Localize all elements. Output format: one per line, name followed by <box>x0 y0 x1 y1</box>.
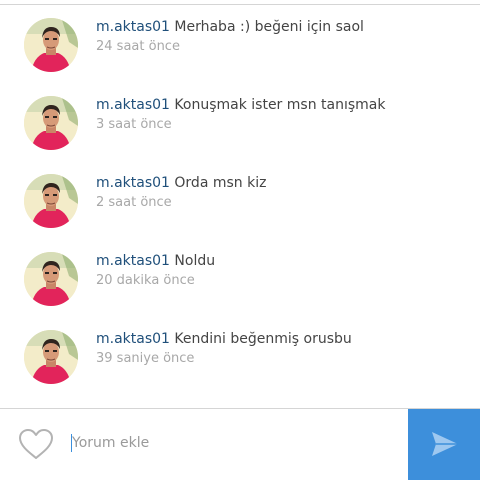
user-avatar[interactable] <box>24 252 78 306</box>
comment-time: 24 saat önce <box>96 39 180 54</box>
like-button[interactable] <box>16 426 56 462</box>
comment-text: Konuşmak ister msn tanışmak <box>174 97 386 113</box>
comment-time: 20 dakika önce <box>96 273 195 288</box>
comment-username[interactable]: m.aktas01 <box>96 19 170 35</box>
comment-line: m.aktas01 Noldu <box>96 252 215 270</box>
comment-line: m.aktas01 Kendini beğenmiş orusbu <box>96 330 352 348</box>
comment-text: Kendini beğenmiş orusbu <box>174 331 352 347</box>
comment-item: m.aktas01 Noldu 20 dakika önce <box>0 252 480 330</box>
comment-time: 3 saat önce <box>96 117 172 132</box>
comment-input-bar <box>0 409 480 480</box>
comment-item: m.aktas01 Kendini beğenmiş orusbu 39 san… <box>0 330 480 408</box>
comment-username[interactable]: m.aktas01 <box>96 175 170 191</box>
send-button[interactable] <box>408 409 480 480</box>
comment-time: 39 saniye önce <box>96 351 195 366</box>
comment-time: 2 saat önce <box>96 195 172 210</box>
comment-text: Noldu <box>174 253 216 269</box>
top-divider <box>0 4 480 5</box>
text-cursor <box>71 434 72 452</box>
user-avatar[interactable] <box>24 18 78 72</box>
comment-item: m.aktas01 Orda msn kiz 2 saat önce <box>0 174 480 252</box>
comment-input[interactable] <box>72 431 392 455</box>
user-avatar[interactable] <box>24 330 78 384</box>
comment-line: m.aktas01 Konuşmak ister msn tanışmak <box>96 96 385 114</box>
comment-username[interactable]: m.aktas01 <box>96 253 170 269</box>
paper-plane-icon <box>432 432 458 456</box>
comment-text: Merhaba :) beğeni için saol <box>174 19 364 35</box>
comment-item: m.aktas01 Merhaba :) beğeni için saol 24… <box>0 18 480 96</box>
comment-username[interactable]: m.aktas01 <box>96 331 170 347</box>
comment-line: m.aktas01 Orda msn kiz <box>96 174 266 192</box>
comment-line: m.aktas01 Merhaba :) beğeni için saol <box>96 18 364 36</box>
user-avatar[interactable] <box>24 174 78 228</box>
comment-item: m.aktas01 Konuşmak ister msn tanışmak 3 … <box>0 96 480 174</box>
comment-text: Orda msn kiz <box>174 175 267 191</box>
heart-outline-icon <box>19 429 53 459</box>
user-avatar[interactable] <box>24 96 78 150</box>
comment-username[interactable]: m.aktas01 <box>96 97 170 113</box>
